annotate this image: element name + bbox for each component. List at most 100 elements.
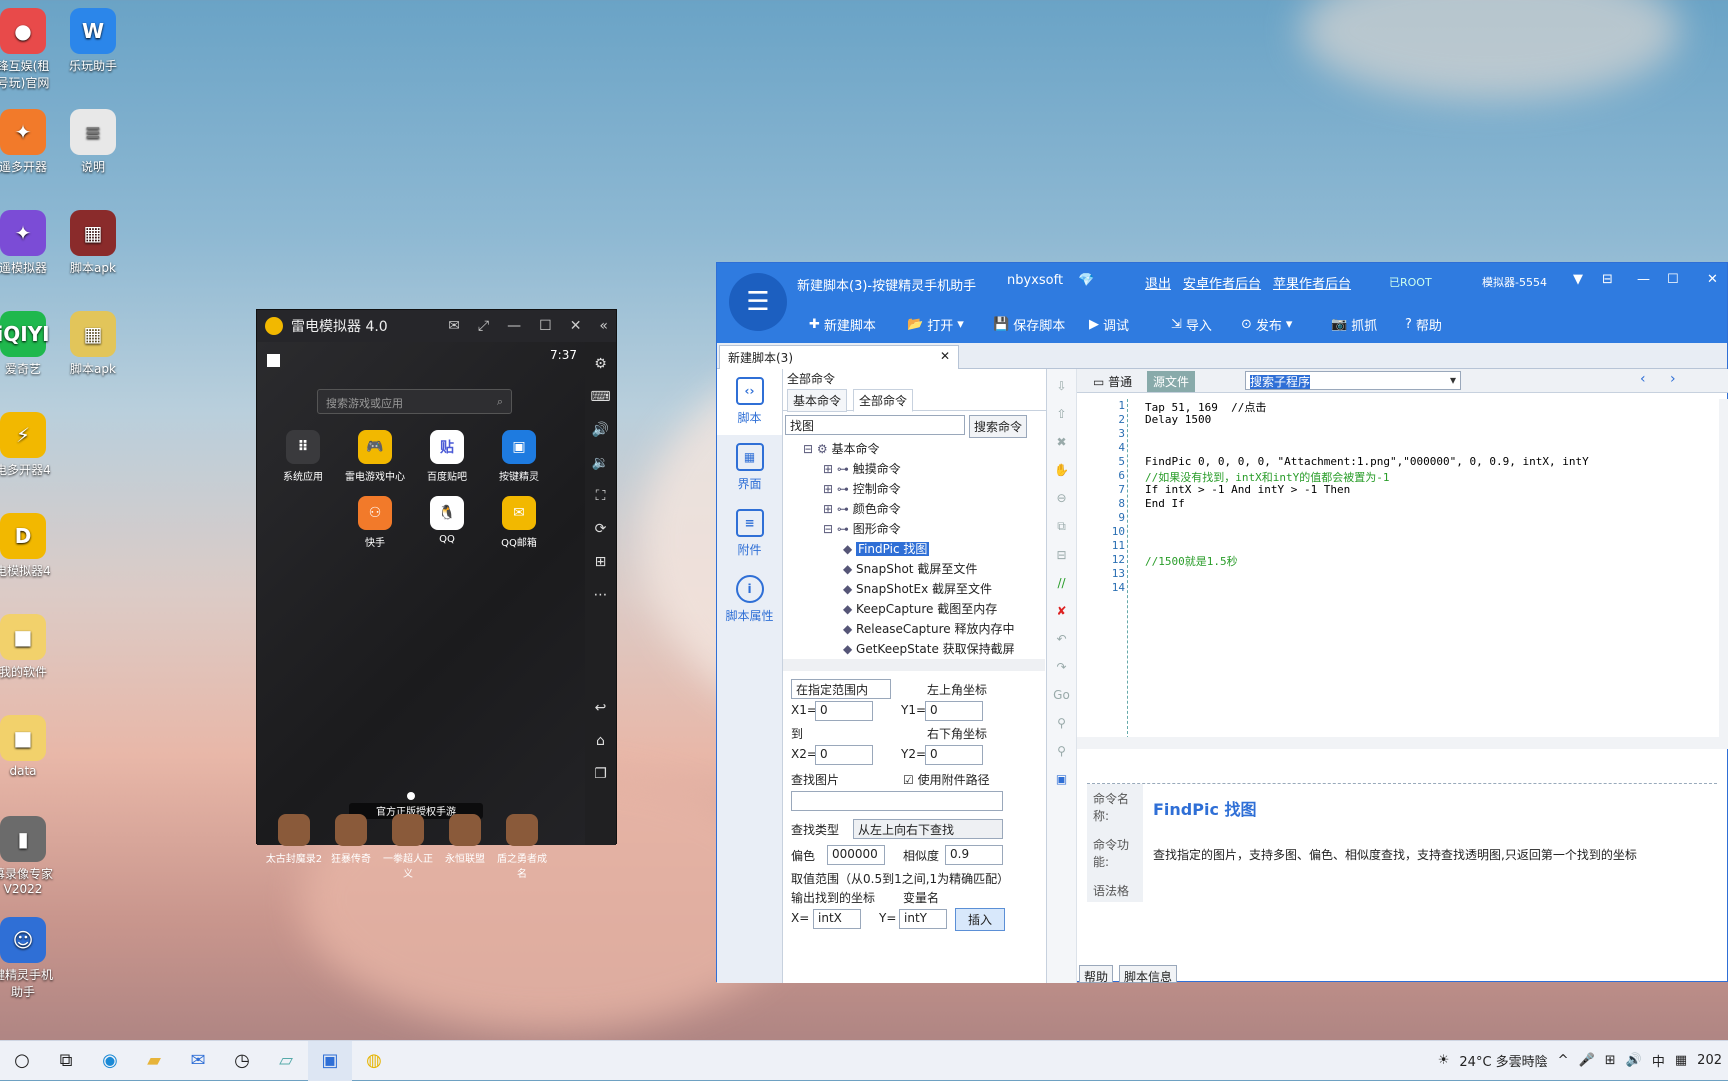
window-titlebar[interactable]: ☰ 新建脚本(3)-按键精灵手机助手 nbyxsoft 💎 退出 安卓作者后台 … bbox=[717, 263, 1727, 343]
desktop-icon[interactable]: ▮ 幕录像专家 V2022 bbox=[0, 816, 66, 896]
add-icon[interactable]: ⊞ bbox=[595, 554, 607, 570]
code-vscrollbar[interactable] bbox=[1719, 399, 1728, 739]
close-icon[interactable]: ✕ bbox=[570, 318, 582, 334]
search-icon[interactable]: ○ bbox=[0, 1041, 44, 1081]
nav-ui[interactable]: ▦ 界面 bbox=[717, 435, 782, 501]
tab-all-commands[interactable]: 全部命令 bbox=[853, 389, 914, 412]
nav-properties[interactable]: i 脚本属性 bbox=[717, 567, 782, 633]
android-screen[interactable]: 7:37 搜索游戏或应用 ⌕ ⠿ 系统应用 🎮 雷电游戏中心贴百度贴吧 ▣ 按键精灵 ⚇ 快手 🐧… bbox=[257, 342, 587, 880]
open-button[interactable]: 📂 打开 ▾ bbox=[907, 315, 964, 334]
tab-script-info[interactable]: 脚本信息 bbox=[1119, 965, 1178, 984]
desktop-icon[interactable]: ≡ 说明 bbox=[50, 109, 136, 175]
code-line[interactable]: //1500就是1.5秒 bbox=[1145, 553, 1238, 569]
tree-category[interactable]: ⊟ ⊶ 图形命令 bbox=[783, 519, 1045, 539]
image-input[interactable] bbox=[791, 791, 1003, 811]
minimize-icon[interactable]: — bbox=[1637, 272, 1650, 287]
delete-icon[interactable]: ✖ bbox=[1056, 435, 1066, 449]
recents-icon[interactable]: ❐ bbox=[594, 766, 607, 782]
search-command-button[interactable]: 搜索命令 bbox=[969, 415, 1028, 438]
desktop-icon[interactable]: W 乐玩助手 bbox=[50, 8, 136, 74]
desktop-icon[interactable]: D 电模拟器4 bbox=[0, 513, 66, 579]
uncomment-icon[interactable]: ✘ bbox=[1056, 604, 1066, 618]
minimize-icon[interactable]: — bbox=[507, 318, 521, 334]
clock-year[interactable]: 202 bbox=[1697, 1053, 1722, 1068]
restore-icon[interactable]: ⊟ bbox=[1602, 272, 1613, 287]
publish-button[interactable]: ⊙ 发布 ▾ bbox=[1241, 315, 1292, 334]
tree-category[interactable]: ⊟ ⚙ 基本命令 bbox=[783, 439, 1045, 459]
hand-icon[interactable]: ✋ bbox=[1054, 463, 1069, 477]
x2-input[interactable]: 0 bbox=[815, 745, 873, 765]
view-icon[interactable]: ▣ bbox=[1056, 772, 1067, 786]
dock-app[interactable]: 太古封魔录2 bbox=[265, 814, 323, 865]
maximize-icon[interactable]: ☐ bbox=[539, 318, 552, 334]
mail-icon[interactable]: ✉ bbox=[176, 1041, 220, 1081]
command-search-input[interactable]: 找图 bbox=[785, 415, 965, 435]
code-line[interactable]: End If bbox=[1145, 497, 1185, 510]
nav-script[interactable]: ‹› 脚本 bbox=[717, 369, 782, 435]
volume-down-icon[interactable]: 🔉 bbox=[592, 455, 609, 471]
subroutine-search-select[interactable]: 搜索子程序 ▾ bbox=[1245, 371, 1461, 390]
close-icon[interactable]: ✕ bbox=[1707, 272, 1718, 287]
android-backend-link[interactable]: 安卓作者后台 bbox=[1183, 273, 1261, 292]
x1-input[interactable]: 0 bbox=[815, 701, 873, 721]
mail-icon[interactable]: ✉ bbox=[448, 318, 460, 334]
lock-icon[interactable]: ⊖ bbox=[1056, 491, 1066, 505]
insert-button[interactable]: 插入 bbox=[955, 908, 1006, 931]
weather-icon[interactable]: ☀ bbox=[1438, 1053, 1450, 1068]
clock-app-icon[interactable]: ◷ bbox=[220, 1041, 264, 1081]
tab-basic-commands[interactable]: 基本命令 bbox=[787, 389, 848, 412]
fullscreen-icon[interactable]: ⛶ bbox=[596, 488, 606, 504]
desktop-icon[interactable]: ▦ 脚本apk bbox=[50, 311, 136, 377]
code-line[interactable]: If intX > -1 And intY > -1 Then bbox=[1145, 483, 1350, 496]
leidian-taskbar-icon[interactable]: ◍ bbox=[352, 1041, 396, 1081]
chevron-up-icon[interactable]: ^ bbox=[1558, 1053, 1569, 1068]
dock-app[interactable]: 永恒联盟 bbox=[436, 814, 494, 865]
y1-input[interactable]: 0 bbox=[925, 701, 983, 721]
dock-app[interactable]: 狂暴传奇 bbox=[322, 814, 380, 865]
dock-app[interactable]: 一拳超人正义 bbox=[379, 814, 437, 880]
desktop-icon[interactable]: ⚡ 电多开器4 bbox=[0, 412, 66, 478]
use-attachment-checkbox[interactable]: ☑ 使用附件路径 bbox=[903, 771, 990, 788]
rotate-icon[interactable]: ⟳ bbox=[595, 521, 607, 537]
y2-input[interactable]: 0 bbox=[925, 745, 983, 765]
move-down-icon[interactable]: ⇩ bbox=[1056, 379, 1066, 393]
replace-icon[interactable]: ⚲ bbox=[1057, 744, 1066, 758]
script-editor-window[interactable]: ☰ 新建脚本(3)-按键精灵手机助手 nbyxsoft 💎 退出 安卓作者后台 … bbox=[716, 262, 1728, 984]
maximize-icon[interactable]: ☐ bbox=[1667, 272, 1679, 287]
import-button[interactable]: ⇲ 导入 bbox=[1171, 315, 1212, 334]
prev-icon[interactable]: ‹ bbox=[1640, 371, 1646, 387]
dropdown-icon[interactable]: ▼ bbox=[1573, 272, 1583, 287]
tree-category[interactable]: ⊞ ⊶ 颜色命令 bbox=[783, 499, 1045, 519]
range-select[interactable]: 在指定范围内 bbox=[791, 679, 891, 699]
tree-command-item[interactable]: ◆ SnapShot 截屏至文件 bbox=[783, 559, 1045, 579]
tree-command-item[interactable]: ◆ FindPic 找图 bbox=[783, 539, 1045, 559]
android-app[interactable]: 贴百度贴吧 bbox=[415, 430, 479, 483]
main-menu-icon[interactable]: ☰ bbox=[729, 273, 787, 331]
tab-new-script[interactable]: 新建脚本(3) ✕ bbox=[719, 345, 959, 369]
desktop-icon[interactable]: ☺ 键精灵手机 助手 bbox=[0, 917, 66, 1000]
android-app[interactable]: ✉ QQ邮箱 bbox=[487, 496, 551, 549]
tree-command-item[interactable]: ◆ SnapShotEx 截屏至文件 bbox=[783, 579, 1045, 599]
android-app[interactable]: 🎮 雷电游戏中心 bbox=[343, 430, 407, 483]
tab-normal[interactable]: ▭ 普通 bbox=[1093, 373, 1132, 390]
mic-icon[interactable]: 🎤 bbox=[1579, 1053, 1595, 1068]
tree-command-item[interactable]: ◆ ReleaseCapture 释放内存中 bbox=[783, 619, 1045, 639]
desktop-icon[interactable]: ▦ 脚本apk bbox=[50, 210, 136, 276]
volume-icon[interactable]: 🔊 bbox=[1626, 1053, 1642, 1068]
gear-icon[interactable]: ⚙ bbox=[594, 356, 607, 372]
copy-icon[interactable]: ⧉ bbox=[1057, 519, 1066, 534]
tree-command-item[interactable]: ◆ KeepCapture 截图至内存 bbox=[783, 599, 1045, 619]
undo-icon[interactable]: ↶ bbox=[1056, 632, 1066, 646]
settings-icon[interactable]: ⤢ bbox=[478, 318, 489, 334]
anjian-taskbar-icon[interactable]: ▣ bbox=[308, 1040, 352, 1081]
emulator-window[interactable]: 雷电模拟器 4.0 ✉ ⤢ — ☐ ✕ « 7:37 搜索游戏或应用 ⌕ ⠿ 系统应… bbox=[256, 309, 617, 880]
save-button[interactable]: 💾 保存脚本 bbox=[993, 315, 1065, 334]
find-type-select[interactable]: 从左上向右下查找 bbox=[853, 819, 1003, 839]
code-line[interactable]: FindPic 0, 0, 0, 0, "Attachment:1.png","… bbox=[1145, 455, 1589, 468]
new-script-button[interactable]: ✚ 新建脚本 bbox=[809, 315, 876, 334]
ios-backend-link[interactable]: 苹果作者后台 bbox=[1273, 273, 1351, 292]
similarity-input[interactable]: 0.9 bbox=[945, 845, 1003, 865]
offset-input[interactable]: 000000 bbox=[827, 845, 885, 865]
home-icon[interactable]: ⌂ bbox=[596, 733, 605, 749]
logout-link[interactable]: 退出 bbox=[1145, 273, 1171, 292]
